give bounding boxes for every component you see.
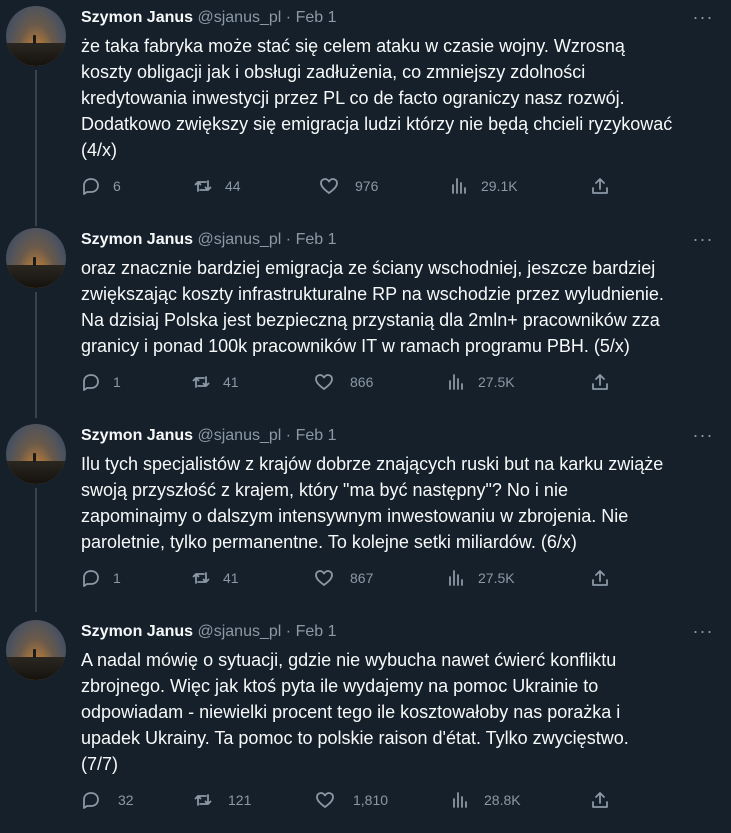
reply-icon [83,178,99,195]
author-handle[interactable]: @sjanus_pl [197,427,281,444]
share-button[interactable] [590,790,610,810]
more-options-icon[interactable]: ··· [686,622,720,644]
tweet[interactable]: Szymon Janus @sjanus_pl · Feb 1 ··· że t… [0,0,731,214]
tweet-text: oraz znacznie bardziej emigracja ze ścia… [81,258,664,356]
views-button[interactable]: 28.8K [450,790,521,810]
tweet-date[interactable]: Feb 1 [296,623,337,640]
share-button[interactable] [590,176,610,196]
views-chart-icon [452,178,466,194]
tweet[interactable]: Szymon Janus @sjanus_pl · Feb 1 ··· oraz… [0,222,731,412]
tweet[interactable]: Szymon Janus @sjanus_pl · Feb 1 ··· A na… [0,614,731,833]
avatar[interactable] [6,6,66,66]
like-count: 867 [350,570,374,586]
separator: · [285,427,292,444]
like-count: 1,810 [353,792,389,808]
tweet-header: Szymon Janus @sjanus_pl · Feb 1 [81,8,336,28]
retweet-button[interactable]: 44 [193,176,241,196]
like-button[interactable]: 866 [314,372,373,392]
share-icon [592,374,608,390]
tweet-header: Szymon Janus @sjanus_pl · Feb 1 [81,622,336,642]
views-count: 29.1K [481,178,518,194]
heart-icon [320,178,338,194]
retweet-count: 41 [223,570,239,586]
reply-icon [83,570,99,587]
like-button[interactable]: 867 [314,568,373,588]
like-button[interactable]: 1,810 [315,790,388,810]
reply-count: 6 [113,178,121,194]
author-name[interactable]: Szymon Janus [81,9,193,26]
reply-button[interactable]: 6 [81,176,121,196]
reply-count: 1 [113,570,121,586]
more-options-icon[interactable]: ··· [686,426,720,448]
tweet-header: Szymon Janus @sjanus_pl · Feb 1 [81,230,336,250]
tweet-text: że taka fabryka może stać się celem atak… [81,36,673,160]
retweet-button[interactable]: 41 [191,568,239,588]
views-button[interactable]: 27.5K [446,372,515,392]
views-count: 27.5K [478,570,515,586]
more-options-icon[interactable]: ··· [686,230,720,252]
share-button[interactable] [590,372,610,392]
retweet-button[interactable]: 121 [193,790,251,810]
views-button[interactable]: 29.1K [449,176,518,196]
retweet-icon [192,376,210,388]
share-button[interactable] [590,568,610,588]
tweet-text: A nadal mówię o sytuacji, gdzie nie wybu… [81,650,629,774]
author-handle[interactable]: @sjanus_pl [197,231,281,248]
retweet-icon [194,794,212,806]
share-icon [592,792,608,808]
tweet-date[interactable]: Feb 1 [296,427,337,444]
reply-button[interactable]: 1 [81,372,121,392]
reply-button[interactable]: 1 [81,568,121,588]
separator: · [285,9,292,26]
views-count: 28.8K [484,792,521,808]
tweet-date[interactable]: Feb 1 [296,231,337,248]
heart-icon [316,792,334,808]
retweet-icon [194,180,212,192]
reply-button[interactable]: 32 [81,790,134,810]
views-chart-icon [449,570,463,586]
heart-icon [315,570,333,586]
tweet-actions: 1 41 866 27.5K [81,372,621,392]
retweet-button[interactable]: 41 [191,372,239,392]
separator: · [285,231,292,248]
avatar[interactable] [6,424,66,484]
heart-icon [315,374,333,390]
author-name[interactable]: Szymon Janus [81,623,193,640]
author-name[interactable]: Szymon Janus [81,231,193,248]
views-chart-icon [453,792,467,808]
more-options-icon[interactable]: ··· [686,8,720,30]
like-button[interactable]: 976 [319,176,378,196]
avatar[interactable] [6,228,66,288]
tweet-actions: 6 44 976 29.1K [81,176,621,196]
views-count: 27.5K [478,374,515,390]
avatar[interactable] [6,620,66,680]
tweet[interactable]: Szymon Janus @sjanus_pl · Feb 1 ··· Ilu … [0,418,731,608]
tweet-header: Szymon Janus @sjanus_pl · Feb 1 [81,426,336,446]
tweet-actions: 32 121 1,810 28.8K [81,790,621,810]
share-icon [592,178,608,194]
retweet-icon [192,572,210,584]
author-handle[interactable]: @sjanus_pl [197,623,281,640]
like-count: 866 [350,374,374,390]
reply-count: 32 [118,792,134,808]
retweet-count: 121 [228,792,252,808]
reply-icon [83,792,99,809]
tweet-date[interactable]: Feb 1 [296,9,337,26]
retweet-count: 41 [223,374,239,390]
author-handle[interactable]: @sjanus_pl [197,9,281,26]
tweet-actions: 1 41 867 27.5K [81,568,621,588]
reply-icon [83,374,99,391]
like-count: 976 [355,178,379,194]
share-icon [592,570,608,586]
author-name[interactable]: Szymon Janus [81,427,193,444]
reply-count: 1 [113,374,121,390]
tweet-text: Ilu tych specjalistów z krajów dobrze zn… [81,454,664,552]
views-button[interactable]: 27.5K [446,568,515,588]
retweet-count: 44 [225,178,241,194]
views-chart-icon [449,374,463,390]
separator: · [285,623,292,640]
